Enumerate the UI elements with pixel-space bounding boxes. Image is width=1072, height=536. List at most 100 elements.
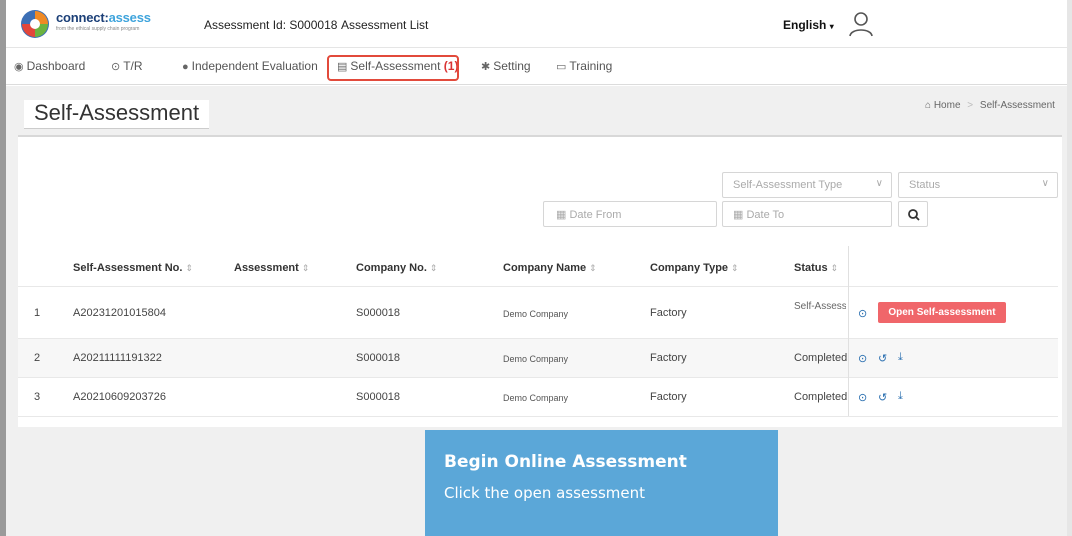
company-name: Demo Company: [503, 393, 569, 403]
col-header-status[interactable]: Status ⇕: [794, 262, 838, 274]
date-from-placeholder: Date From: [569, 209, 622, 221]
open-self-assessment-button[interactable]: Open Self-assessment: [878, 302, 1006, 323]
sort-icon: ⇕: [301, 263, 310, 273]
gear-icon: ✱: [481, 61, 491, 73]
col-header-company-name-label: Company Name: [503, 262, 587, 274]
company-no: S000018: [356, 352, 401, 364]
company-no: S000018: [356, 307, 401, 319]
nav-training-label: Training: [569, 59, 613, 73]
nav-independent-evaluation[interactable]: ● Independent Evaluation: [182, 59, 318, 73]
row-index: 2: [34, 352, 41, 364]
nav-tr[interactable]: ⊙ T/R: [111, 59, 143, 73]
col-header-no-label: Self-Assessment No.: [73, 262, 183, 274]
date-from-input[interactable]: ▦ Date From: [543, 201, 717, 227]
self-assessment-highlight: [327, 55, 459, 81]
row-index: 3: [34, 391, 41, 403]
col-header-company-type-label: Company Type: [650, 262, 729, 274]
search-icon: [908, 209, 920, 221]
page-title: Self-Assessment: [24, 100, 210, 129]
breadcrumb-separator: >: [967, 100, 974, 111]
view-icon[interactable]: ⊙: [858, 391, 867, 404]
comments-icon: ●: [182, 61, 189, 73]
brand-logo-icon[interactable]: [20, 9, 50, 39]
sort-icon: ⇕: [429, 263, 438, 273]
status: Completed: [794, 352, 848, 364]
callout-body: Click the open assessment: [444, 484, 646, 502]
user-icon[interactable]: [847, 10, 875, 38]
language-dropdown[interactable]: English ▾: [783, 18, 834, 32]
chevron-down-icon: ∨: [875, 178, 883, 189]
col-header-assessment[interactable]: Assessment ⇕: [234, 262, 309, 274]
sort-icon: ⇕: [589, 263, 597, 273]
status-placeholder: Status: [909, 179, 941, 191]
breadcrumb-home[interactable]: Home: [934, 100, 961, 111]
main-nav: ◉ Dashboard ⊙ T/R ● Independent Evaluation …: [6, 49, 1067, 85]
nav-dashboard[interactable]: ◉ Dashboard: [14, 59, 85, 73]
breadcrumb: ⌂ Home > Self-Assessment: [925, 100, 1055, 111]
company-no: S000018: [356, 391, 401, 403]
col-header-no[interactable]: Self-Assessment No. ⇕: [73, 262, 193, 274]
status: Completed: [794, 391, 848, 403]
instruction-callout: Begin Online Assessment Click the open a…: [425, 430, 778, 536]
monitor-icon: ▭: [556, 61, 567, 73]
row-index: 1: [34, 307, 41, 319]
calendar-icon: ▦: [556, 209, 567, 221]
self-assessment-no: A20211111191322: [73, 352, 162, 364]
download-icon[interactable]: ⤓: [898, 351, 903, 364]
nav-setting-label: Setting: [493, 59, 531, 73]
callout-title: Begin Online Assessment: [444, 452, 687, 472]
nav-setting[interactable]: ✱ Setting: [481, 59, 531, 73]
brand[interactable]: connect:assess from the ethical supply c…: [56, 10, 151, 32]
action-column-divider: [848, 246, 849, 416]
sort-icon: ⇕: [731, 263, 739, 273]
history-icon[interactable]: ↺: [878, 391, 887, 404]
nav-dashboard-label: Dashboard: [26, 59, 86, 73]
self-assessment-no: A20231201015804: [73, 307, 166, 319]
sort-icon: ⇕: [830, 263, 839, 273]
calendar-icon: ▦: [733, 209, 744, 221]
breadcrumb-current: Self-Assessment: [979, 100, 1055, 111]
brand-name-prefix: connect:: [56, 10, 109, 25]
download-icon[interactable]: ⤓: [898, 390, 903, 403]
table-divider: [18, 416, 1058, 417]
dashboard-icon: ◉: [14, 61, 24, 73]
view-icon[interactable]: ⊙: [858, 352, 867, 365]
col-header-company-no-label: Company No.: [356, 262, 427, 274]
self-assessment-no: A20210609203726: [73, 391, 166, 403]
assessment-id-link[interactable]: Assessment Id: S000018: [204, 18, 337, 32]
chevron-down-icon: ▾: [829, 22, 834, 31]
company-type: Factory: [650, 391, 687, 403]
date-to-placeholder: Date To: [746, 209, 785, 221]
self-assessment-type-select[interactable]: Self-Assessment Type ∨: [722, 172, 892, 198]
nav-tr-label: T/R: [123, 59, 143, 73]
history-icon[interactable]: ↺: [878, 352, 887, 365]
brand-name-suffix: assess: [108, 10, 151, 25]
window-right-edge: [1067, 0, 1072, 536]
company-name: Demo Company: [503, 309, 569, 319]
status-select[interactable]: Status ∨: [898, 172, 1058, 198]
assessment-list-link[interactable]: Assessment List: [341, 18, 428, 32]
home-icon: ⌂: [925, 100, 932, 111]
table-divider: [18, 286, 1058, 287]
language-label: English: [783, 18, 827, 32]
company-name: Demo Company: [503, 354, 569, 364]
table-divider: [18, 377, 1058, 378]
view-icon[interactable]: ⊙: [858, 307, 867, 320]
eye-icon: ⊙: [111, 61, 121, 73]
company-type: Factory: [650, 307, 687, 319]
nav-training[interactable]: ▭ Training: [556, 59, 612, 73]
col-header-status-label: Status: [794, 262, 828, 274]
col-header-company-name[interactable]: Company Name ⇕: [503, 262, 597, 274]
sort-icon: ⇕: [185, 263, 193, 273]
company-type: Factory: [650, 352, 687, 364]
self-assessment-type-placeholder: Self-Assessment Type: [733, 179, 843, 191]
top-bar: connect:assess from the ethical supply c…: [6, 0, 1067, 48]
col-header-company-type[interactable]: Company Type ⇕: [650, 262, 739, 274]
status: Self-Assessment editing: [794, 301, 846, 312]
chevron-down-icon: ∨: [1041, 178, 1049, 189]
search-button[interactable]: [898, 201, 928, 227]
col-header-assessment-label: Assessment: [234, 262, 299, 274]
col-header-company-no[interactable]: Company No. ⇕: [356, 262, 437, 274]
date-to-input[interactable]: ▦ Date To: [722, 201, 892, 227]
nav-independent-evaluation-label: Independent Evaluation: [191, 59, 318, 73]
